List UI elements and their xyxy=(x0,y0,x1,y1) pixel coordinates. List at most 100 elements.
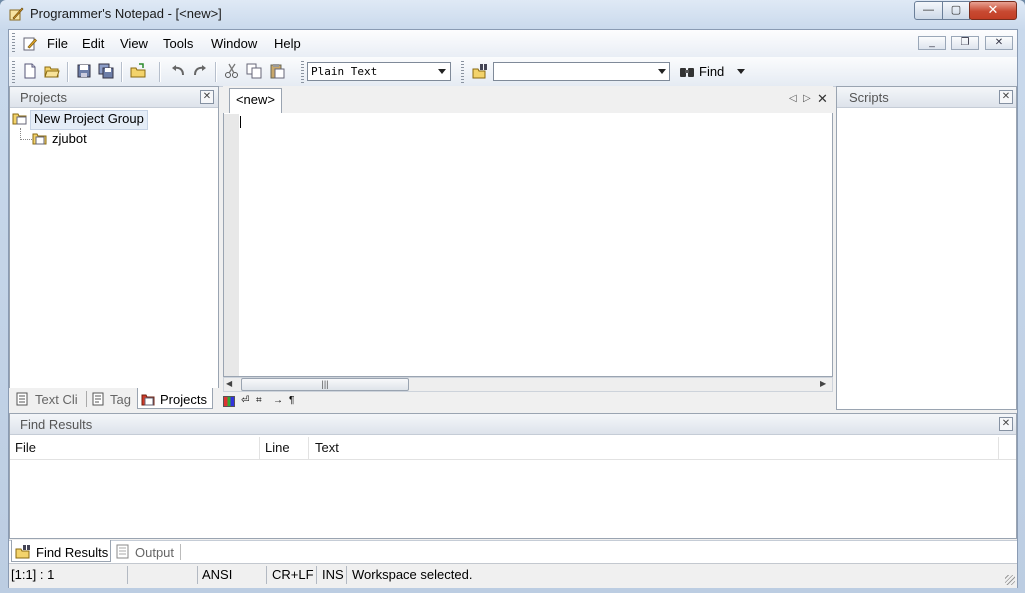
binoculars-icon xyxy=(680,68,694,77)
window-title: Programmer's Notepad - [<new>] xyxy=(30,6,222,21)
tab-close-icon[interactable]: ✕ xyxy=(817,91,828,107)
editor-tab-new[interactable]: <new> xyxy=(229,88,282,113)
tab-output[interactable]: Output xyxy=(135,545,174,560)
tab-divider xyxy=(180,544,181,560)
status-encoding[interactable]: ANSI xyxy=(202,567,232,582)
find-in-files-icon[interactable] xyxy=(472,63,488,79)
find-results-close-button[interactable]: ✕ xyxy=(999,417,1013,431)
tab-find-results[interactable]: Find Results xyxy=(36,545,108,560)
menu-tools[interactable]: Tools xyxy=(163,36,193,51)
save-icon[interactable] xyxy=(76,63,92,79)
toolbar-separator xyxy=(215,62,217,82)
scroll-right-arrow-icon[interactable]: ▶ xyxy=(820,379,826,388)
menu-bar xyxy=(9,30,1017,58)
minimize-button[interactable]: — xyxy=(914,1,943,20)
tree-item-project[interactable]: zjubot xyxy=(52,131,87,146)
close-button[interactable]: ✕ xyxy=(969,1,1017,20)
status-insert-mode: INS xyxy=(322,567,344,582)
tab-text-clips[interactable]: Text Cli xyxy=(35,392,80,407)
status-bar xyxy=(9,563,1017,588)
whitespace-icon[interactable]: → xyxy=(273,395,283,406)
column-text[interactable]: Text xyxy=(315,440,339,455)
find-results-title: Find Results xyxy=(20,417,93,432)
menu-edit[interactable]: Edit xyxy=(82,36,104,51)
tree-line xyxy=(20,139,32,141)
find-history-dropdown-icon[interactable] xyxy=(658,69,666,74)
tab-projects[interactable]: Projects xyxy=(160,392,207,407)
scheme-select-value: Plain Text xyxy=(311,65,378,78)
scripts-panel-header: Scripts ✕ xyxy=(837,87,1016,108)
toolbar-grip[interactable] xyxy=(461,61,464,83)
find-options-dropdown-icon[interactable] xyxy=(737,69,745,74)
project-group-icon xyxy=(12,113,27,125)
maximize-button[interactable]: ▢ xyxy=(942,1,970,20)
scheme-dropdown-icon[interactable] xyxy=(438,69,446,74)
find-results-icon xyxy=(15,545,30,559)
status-divider xyxy=(316,566,317,584)
menu-help[interactable]: Help xyxy=(274,36,301,51)
mdi-restore-button[interactable]: ❐ xyxy=(951,36,979,50)
cut-icon[interactable] xyxy=(224,63,240,79)
editor-view-toolbar xyxy=(223,394,833,410)
tab-scroll-left-icon[interactable]: ◁ xyxy=(789,93,797,104)
mdi-minimize-button[interactable]: _ xyxy=(918,36,946,50)
menubar-grip[interactable] xyxy=(12,33,15,53)
scripts-panel-close-button[interactable]: ✕ xyxy=(999,90,1013,104)
eol-marker-icon[interactable]: ¶ xyxy=(289,395,294,406)
toolbar-separator xyxy=(159,62,161,82)
scheme-select[interactable]: Plain Text xyxy=(307,62,451,81)
resize-grip[interactable] xyxy=(1005,575,1015,585)
find-button[interactable]: Find xyxy=(699,64,724,79)
find-results-column-header xyxy=(10,437,1016,460)
column-line[interactable]: Line xyxy=(265,440,290,455)
scroll-left-arrow-icon[interactable]: ◀ xyxy=(226,379,232,388)
redo-icon[interactable] xyxy=(192,63,208,79)
menu-file[interactable]: File xyxy=(47,36,68,51)
find-results-panel: Find Results ✕ xyxy=(9,413,1017,539)
project-icon xyxy=(32,133,47,145)
menu-window[interactable]: Window xyxy=(211,36,257,51)
status-divider xyxy=(127,566,128,584)
copy-icon[interactable] xyxy=(246,63,262,79)
color-scheme-icon[interactable] xyxy=(223,396,235,407)
text-clips-icon xyxy=(16,392,28,406)
editor-tab-strip xyxy=(223,86,833,114)
status-line-endings[interactable]: CR+LF xyxy=(272,567,314,582)
tree-item-project-group[interactable]: New Project Group xyxy=(30,110,148,130)
open-project-icon[interactable] xyxy=(130,63,146,79)
find-results-header: Find Results ✕ xyxy=(10,414,1016,435)
projects-panel-close-button[interactable]: ✕ xyxy=(200,90,214,104)
column-file[interactable]: File xyxy=(15,440,36,455)
status-divider xyxy=(266,566,267,584)
toolbar-grip[interactable] xyxy=(301,61,304,83)
new-file-icon[interactable] xyxy=(22,63,38,79)
column-divider[interactable] xyxy=(259,437,260,459)
find-input[interactable] xyxy=(493,62,670,81)
undo-icon[interactable] xyxy=(170,63,186,79)
mdi-close-button[interactable]: ✕ xyxy=(985,36,1013,50)
status-divider xyxy=(197,566,198,584)
projects-icon xyxy=(141,394,155,406)
open-file-icon[interactable] xyxy=(44,63,60,79)
column-divider[interactable] xyxy=(308,437,309,459)
projects-panel-header: Projects ✕ xyxy=(10,87,218,108)
app-pencil-icon xyxy=(9,7,24,21)
word-wrap-icon[interactable]: ⏎ xyxy=(241,395,249,406)
editor-area[interactable] xyxy=(223,113,833,377)
output-icon xyxy=(116,544,129,559)
title-bar[interactable]: Programmer's Notepad - [<new>] xyxy=(0,0,1025,29)
column-divider[interactable] xyxy=(998,437,999,459)
text-caret xyxy=(240,116,241,128)
status-position: [1:1] : 1 xyxy=(11,567,55,582)
tab-tags[interactable]: Tag xyxy=(110,392,131,407)
toolbar-separator xyxy=(121,62,123,82)
toolbar-grip[interactable] xyxy=(12,61,15,83)
line-numbers-icon[interactable]: ⌗ xyxy=(256,395,262,406)
paste-icon[interactable] xyxy=(269,63,285,79)
tab-divider xyxy=(86,391,87,407)
menu-view[interactable]: View xyxy=(120,36,148,51)
save-all-icon[interactable] xyxy=(98,63,114,79)
tags-icon xyxy=(92,392,104,406)
horizontal-scroll-thumb[interactable]: ||| xyxy=(241,378,409,391)
tab-scroll-right-icon[interactable]: ▷ xyxy=(803,93,811,104)
